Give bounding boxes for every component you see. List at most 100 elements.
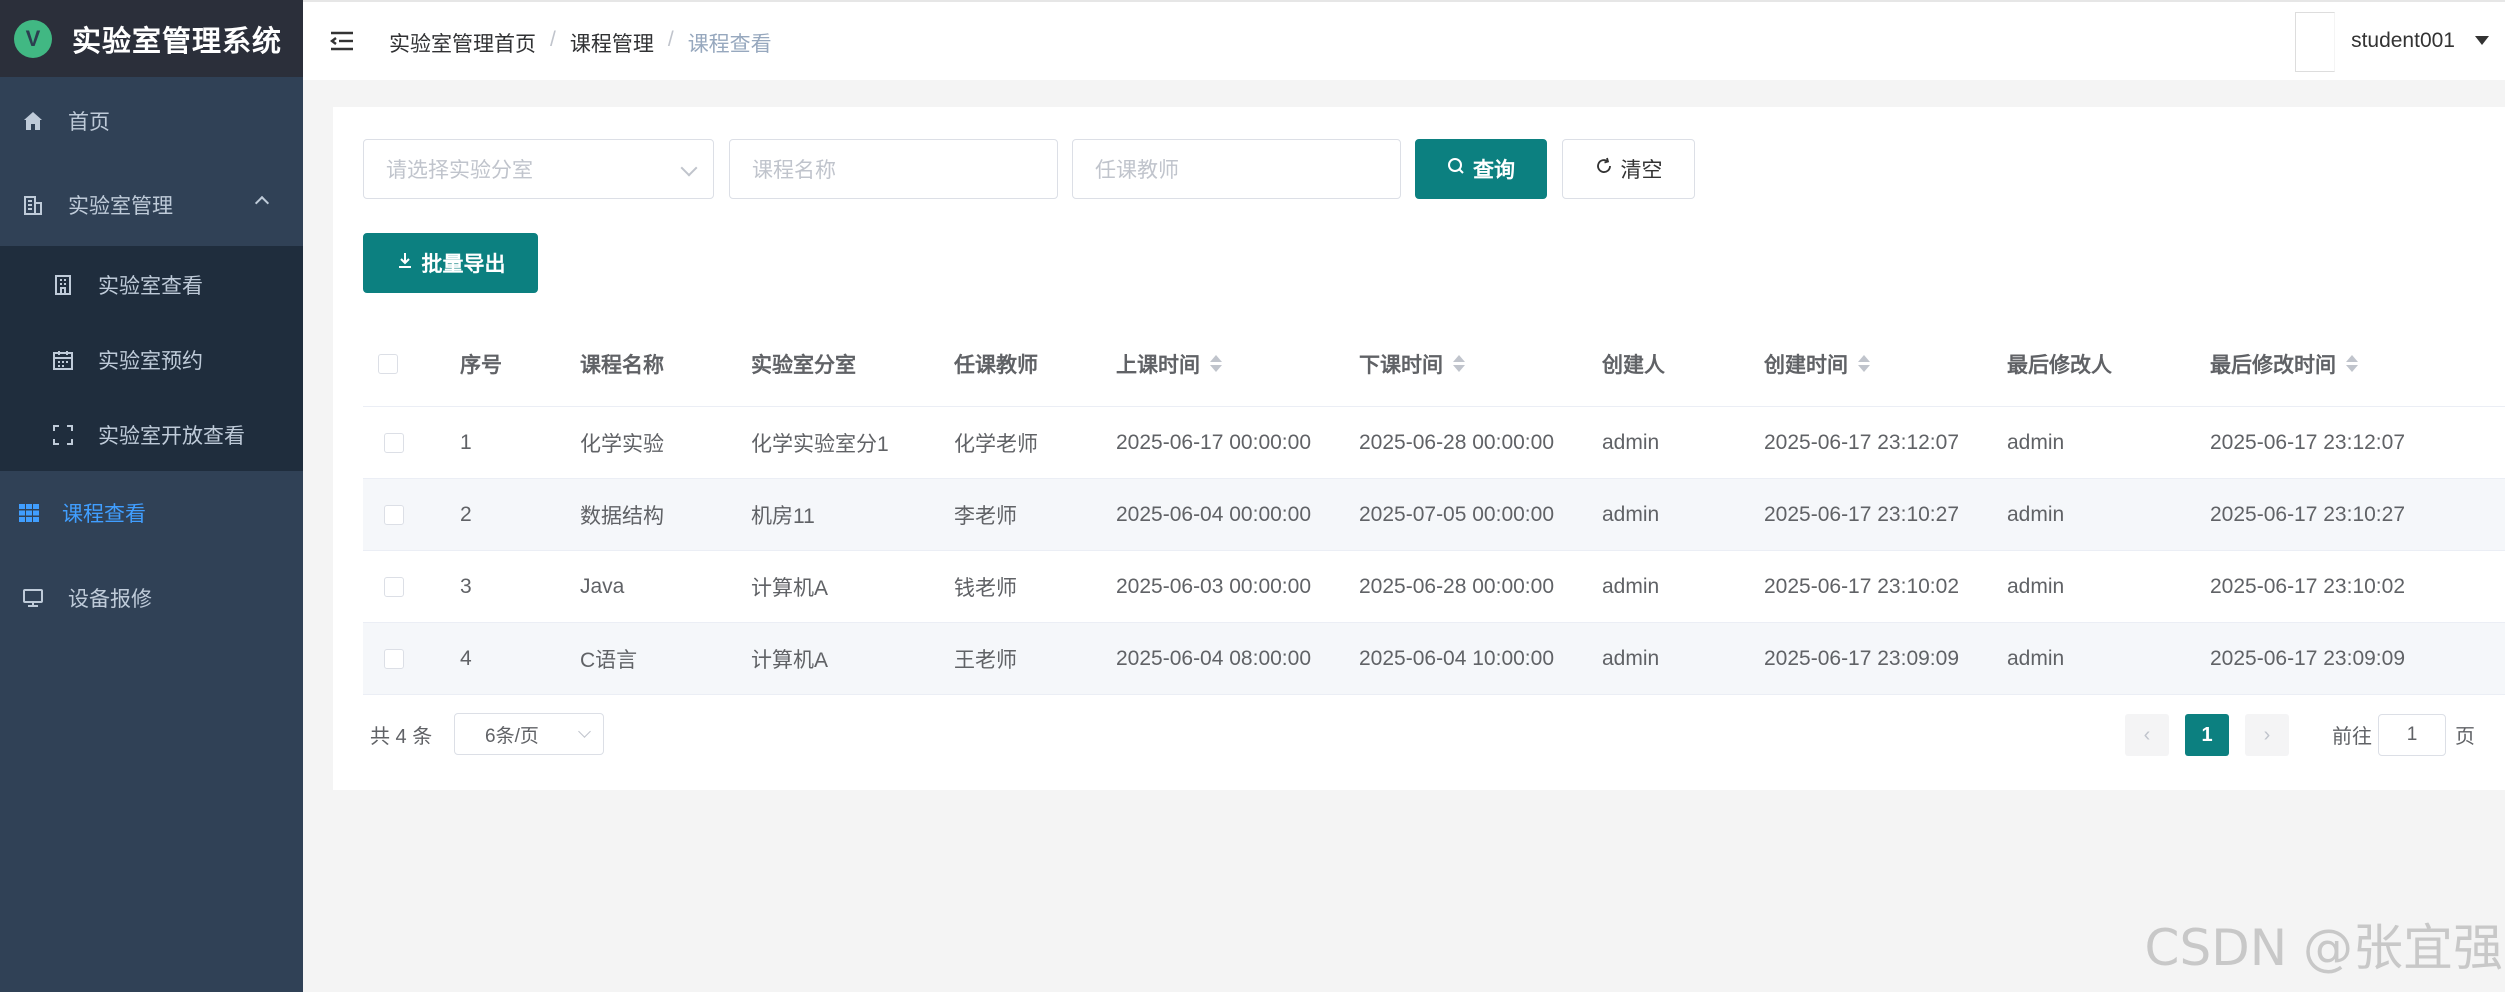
cell-created-at: 2025-06-17 23:09:09 <box>1764 646 1959 670</box>
row-checkbox[interactable] <box>384 551 404 622</box>
cell-modifier: admin <box>2007 430 2065 454</box>
cell-modified-at: 2025-06-17 23:12:07 <box>2210 430 2405 454</box>
cell-index: 4 <box>460 646 472 670</box>
table-row[interactable]: 3 Java 计算机A 钱老师 2025-06-03 00:00:00 2025… <box>363 551 2505 623</box>
select-all-checkbox[interactable] <box>378 321 398 406</box>
cell-lab: 计算机A <box>751 648 829 672</box>
cell-course: C语言 <box>580 648 638 672</box>
cell-created-at: 2025-06-17 23:10:02 <box>1764 574 1959 598</box>
column-header: 创建人 <box>1602 353 1665 377</box>
sidebar-item-label: 实验室查看 <box>98 275 203 298</box>
chevron-left-icon: ‹ <box>2143 723 2151 746</box>
username[interactable]: student001 <box>2351 29 2455 53</box>
row-checkbox[interactable] <box>384 479 404 550</box>
course-name-input[interactable]: 课程名称 <box>729 139 1058 199</box>
cell-creator: admin <box>1602 430 1660 454</box>
caret-down-icon[interactable] <box>2475 36 2489 45</box>
pagination-total: 共 4 条 <box>370 725 433 748</box>
cell-start-time: 2025-06-17 00:00:00 <box>1116 430 1311 454</box>
home-icon <box>20 108 46 134</box>
building-icon <box>20 192 46 218</box>
cell-modified-at: 2025-06-17 23:10:27 <box>2210 502 2405 526</box>
goto-label: 前往 <box>2332 725 2372 748</box>
column-header: 实验室分室 <box>751 353 856 377</box>
sidebar-item-label: 设备报修 <box>68 588 152 611</box>
logo-area[interactable]: V 实验室管理系统 <box>0 0 303 77</box>
page-suffix: 页 <box>2455 725 2475 748</box>
column-header-sortable[interactable]: 创建时间 <box>1764 321 1870 406</box>
watermark: CSDN @张宜强 <box>2144 919 2503 977</box>
chevron-down-icon <box>578 725 591 738</box>
sidebar-item-equipment-repair[interactable]: 设备报修 <box>0 573 303 623</box>
course-table: 序号 课程名称 实验室分室 任课教师 上课时间 下课时间 创建人 创建时间 最后… <box>363 321 2505 695</box>
sort-icon <box>1858 355 1870 372</box>
row-checkbox[interactable] <box>384 623 404 694</box>
sort-icon <box>1453 355 1465 372</box>
table-row[interactable]: 4 C语言 计算机A 王老师 2025-06-04 08:00:00 2025-… <box>363 623 2505 695</box>
goto-page-input[interactable]: 1 <box>2378 714 2446 756</box>
sidebar-item-lab-booking[interactable]: 实验室预约 <box>0 335 303 385</box>
hamburger-icon[interactable] <box>329 28 355 54</box>
cell-index: 1 <box>460 430 472 454</box>
cell-lab: 计算机A <box>751 576 829 600</box>
batch-export-label: 批量导出 <box>421 253 506 276</box>
sidebar-item-home[interactable]: 首页 <box>0 96 303 146</box>
next-page-button[interactable]: › <box>2245 714 2289 756</box>
breadcrumb-course-management[interactable]: 课程管理 <box>570 28 654 58</box>
sidebar-item-label: 实验室预约 <box>98 350 203 373</box>
cell-end-time: 2025-06-28 00:00:00 <box>1359 574 1554 598</box>
row-checkbox[interactable] <box>384 407 404 478</box>
column-header-sortable[interactable]: 上课时间 <box>1116 321 1222 406</box>
logo-icon: V <box>14 19 52 58</box>
cell-course: Java <box>580 574 625 598</box>
calendar-icon <box>50 347 76 373</box>
table-row[interactable]: 1 化学实验 化学实验室分1 化学老师 2025-06-17 00:00:00 … <box>363 407 2505 479</box>
page-size-select[interactable]: 6条/页 <box>454 713 604 755</box>
download-icon <box>396 251 414 275</box>
course-name-placeholder: 课程名称 <box>752 159 836 182</box>
cell-end-time: 2025-06-28 00:00:00 <box>1359 430 1554 454</box>
prev-page-button[interactable]: ‹ <box>2125 714 2169 756</box>
app-title: 实验室管理系统 <box>72 25 283 58</box>
cell-teacher: 王老师 <box>954 648 1017 672</box>
page-size-value: 6条/页 <box>485 725 539 747</box>
cell-start-time: 2025-06-04 08:00:00 <box>1116 646 1311 670</box>
sidebar-item-lab-view[interactable]: 实验室查看 <box>0 260 303 310</box>
cell-created-at: 2025-06-17 23:12:07 <box>1764 430 1959 454</box>
cell-teacher: 化学老师 <box>954 432 1038 456</box>
clear-button[interactable]: 清空 <box>1562 139 1695 199</box>
cell-modifier: admin <box>2007 646 2065 670</box>
cell-creator: admin <box>1602 646 1660 670</box>
batch-export-button[interactable]: 批量导出 <box>363 233 538 293</box>
chevron-down-icon <box>680 159 698 177</box>
table-row[interactable]: 2 数据结构 机房11 李老师 2025-06-04 00:00:00 2025… <box>363 479 2505 551</box>
cell-creator: admin <box>1602 502 1660 526</box>
column-header: 最后修改人 <box>2007 353 2112 377</box>
sidebar-item-label: 实验室管理 <box>68 195 173 218</box>
sort-icon <box>2346 355 2358 372</box>
cell-teacher: 钱老师 <box>954 576 1017 600</box>
page-number-button[interactable]: 1 <box>2185 714 2229 756</box>
cell-course: 数据结构 <box>580 504 664 528</box>
teacher-placeholder: 任课教师 <box>1095 159 1179 182</box>
column-header-sortable[interactable]: 最后修改时间 <box>2210 321 2358 406</box>
cell-modifier: admin <box>2007 574 2065 598</box>
sidebar-item-lab-management[interactable]: 实验室管理 <box>0 180 303 230</box>
sidebar-item-course-view[interactable]: 课程查看 <box>0 488 303 538</box>
sidebar-item-lab-open-view[interactable]: 实验室开放查看 <box>0 410 303 460</box>
column-header: 任课教师 <box>954 353 1038 377</box>
sidebar-item-label: 首页 <box>68 111 110 134</box>
cell-start-time: 2025-06-03 00:00:00 <box>1116 574 1311 598</box>
cell-lab: 机房11 <box>751 504 815 528</box>
teacher-input[interactable]: 任课教师 <box>1072 139 1401 199</box>
breadcrumb-current: 课程查看 <box>687 33 772 56</box>
fullscreen-icon <box>50 422 76 448</box>
lab-select[interactable]: 请选择实验分室 <box>363 139 714 199</box>
refresh-icon <box>1595 157 1613 181</box>
sidebar-item-label: 课程查看 <box>62 503 146 526</box>
breadcrumb-home[interactable]: 实验室管理首页 <box>389 28 536 58</box>
cell-lab: 化学实验室分1 <box>751 432 889 456</box>
column-header-sortable[interactable]: 下课时间 <box>1359 321 1465 406</box>
query-button[interactable]: 查询 <box>1415 139 1547 199</box>
avatar[interactable] <box>2295 12 2335 72</box>
